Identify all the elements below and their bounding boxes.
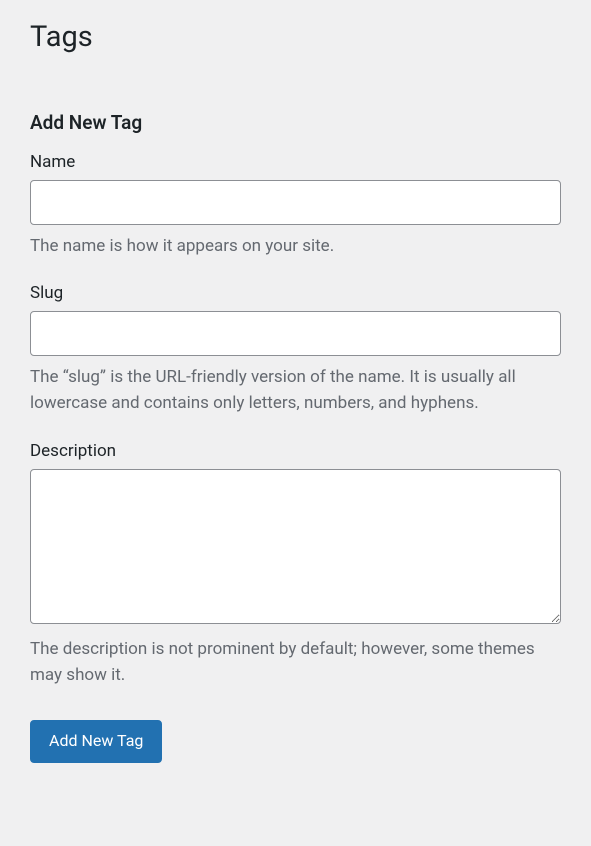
slug-input[interactable] bbox=[30, 311, 561, 356]
name-label: Name bbox=[30, 152, 561, 172]
name-input[interactable] bbox=[30, 180, 561, 225]
slug-description: The “slug” is the URL-friendly version o… bbox=[30, 364, 561, 417]
slug-label: Slug bbox=[30, 283, 561, 303]
add-new-tag-button[interactable]: Add New Tag bbox=[30, 720, 162, 763]
description-textarea[interactable] bbox=[30, 469, 561, 624]
name-description: The name is how it appears on your site. bbox=[30, 233, 561, 259]
slug-field-group: Slug The “slug” is the URL-friendly vers… bbox=[30, 283, 561, 417]
name-field-group: Name The name is how it appears on your … bbox=[30, 152, 561, 259]
page-wrap: Tags Add New Tag Name The name is how it… bbox=[0, 0, 591, 793]
description-field-group: Description The description is not promi… bbox=[30, 441, 561, 689]
description-label: Description bbox=[30, 441, 561, 461]
page-title: Tags bbox=[30, 10, 561, 61]
description-description: The description is not prominent by defa… bbox=[30, 636, 561, 689]
form-heading: Add New Tag bbox=[30, 111, 561, 134]
